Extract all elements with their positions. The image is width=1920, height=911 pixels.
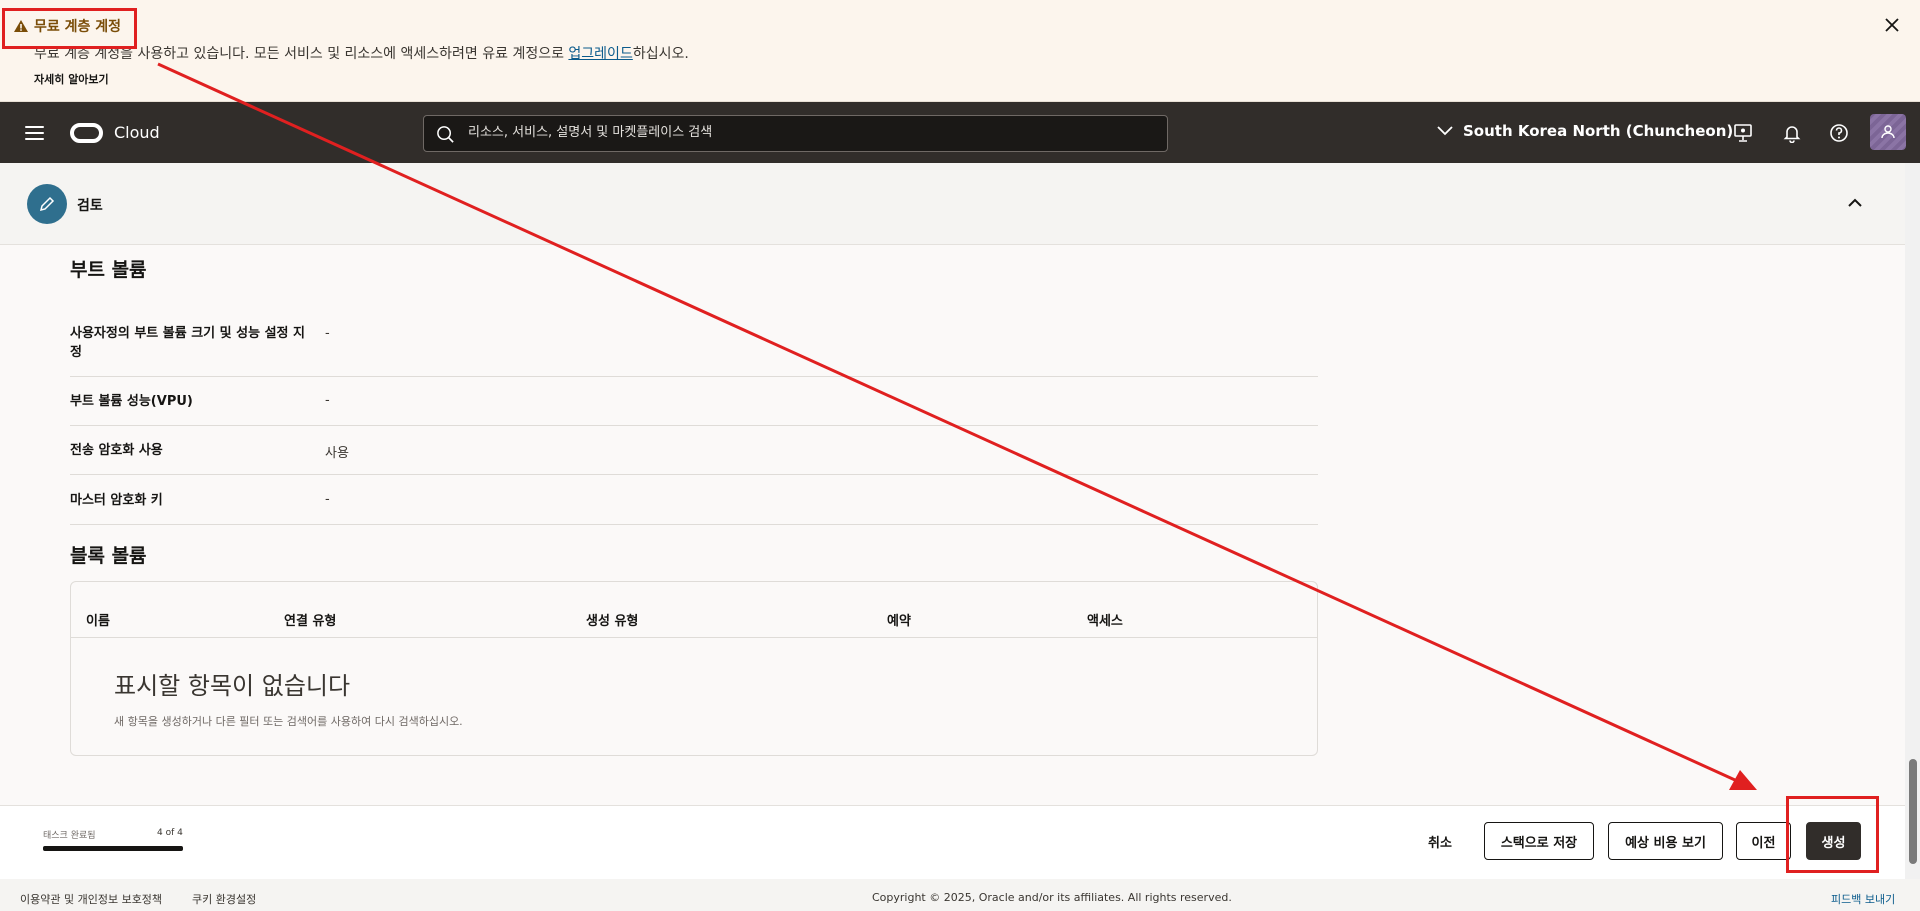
column-header[interactable]: 예약 [887, 610, 911, 629]
kv-value: - [325, 492, 330, 507]
empty-state-title: 표시할 항목이 없습니다 [114, 672, 351, 700]
chevron-up-icon[interactable] [1847, 195, 1863, 211]
cancel-button[interactable]: 취소 [1415, 822, 1465, 860]
region-label: South Korea North (Chuncheon) [1463, 122, 1734, 140]
copyright-text: Copyright © 2025, Oracle and/or its affi… [872, 891, 1232, 904]
review-label: 검토 [77, 198, 103, 214]
kv-key: 사용자정의 부트 볼륨 크기 및 성능 설정 지정 [70, 326, 306, 360]
warning-icon [14, 20, 28, 32]
previous-button[interactable]: 이전 [1736, 822, 1791, 860]
table-header-row: 이름 연결 유형 생성 유형 예약 액세스 [71, 582, 1317, 638]
banner-title-text: 무료 계층 계정 [34, 19, 122, 35]
developer-tools-icon[interactable] [1733, 123, 1753, 143]
kv-key: 마스터 암호화 키 [70, 493, 163, 508]
banner-message-end: 하십시오. [632, 46, 689, 62]
close-icon[interactable] [1882, 15, 1902, 35]
user-icon [1881, 125, 1895, 139]
column-header[interactable]: 이름 [86, 610, 110, 629]
feedback-link[interactable]: 피드백 보내기 [1831, 891, 1895, 907]
banner-message-text: 무료 계층 계정을 사용하고 있습니다. 모든 서비스 및 리소스에 액세스하려… [34, 46, 569, 62]
task-progress-count: 4 of 4 [157, 828, 183, 838]
learn-more-link[interactable]: 자세히 알아보기 [34, 71, 109, 87]
kv-row: 사용자정의 부트 볼륨 크기 및 성능 설정 지정 - [70, 317, 1318, 377]
kv-row: 마스터 암호화 키 - [70, 475, 1318, 525]
help-icon[interactable] [1829, 123, 1849, 143]
wizard-action-bar: 태스크 완료됨 4 of 4 취소 스택으로 저장 예상 비용 보기 이전 생성 [0, 805, 1905, 879]
task-progress-bar [43, 846, 183, 851]
kv-row: 전송 암호화 사용 사용 [70, 426, 1318, 475]
create-button[interactable]: 생성 [1806, 822, 1861, 860]
task-progress-label: 태스크 완료됨 [43, 831, 96, 841]
review-step-badge [27, 184, 67, 224]
block-volume-table: 이름 연결 유형 생성 유형 예약 액세스 표시할 항목이 없습니다 새 항목을… [70, 581, 1318, 756]
save-as-stack-button[interactable]: 스택으로 저장 [1484, 822, 1594, 860]
upgrade-link[interactable]: 업그레이드 [568, 46, 632, 62]
estimate-cost-button[interactable]: 예상 비용 보기 [1608, 822, 1723, 860]
cookie-preferences-link[interactable]: 쿠키 환경설정 [192, 891, 256, 907]
empty-state-subtitle: 새 항목을 생성하거나 다른 필터 또는 검색어를 사용하여 다시 검색하십시오… [114, 715, 463, 728]
column-header[interactable]: 액세스 [1087, 610, 1123, 629]
avatar[interactable] [1870, 114, 1906, 150]
terms-link[interactable]: 이용약관 및 개인정보 보호정책 [20, 891, 162, 907]
page-footer: 이용약관 및 개인정보 보호정책 쿠키 환경설정 Copyright © 202… [0, 879, 1920, 911]
column-header[interactable]: 생성 유형 [586, 610, 638, 629]
kv-key: 전송 암호화 사용 [70, 443, 163, 458]
brand-name[interactable]: Cloud [114, 123, 160, 142]
search-input[interactable] [468, 125, 1148, 140]
banner-title: 무료 계층 계정 [14, 16, 121, 36]
scrollbar-thumb[interactable] [1909, 759, 1917, 864]
hamburger-menu-icon[interactable] [25, 126, 44, 140]
notification-bell-icon[interactable] [1782, 123, 1802, 143]
kv-key: 부트 볼륨 성능(VPU) [70, 394, 193, 409]
search-icon [437, 126, 454, 143]
review-section-header[interactable]: 검토 [0, 163, 1905, 245]
kv-value: - [325, 326, 330, 341]
boot-volume-heading: 부트 볼륨 [70, 259, 147, 281]
chevron-down-icon [1437, 126, 1453, 136]
top-header: Cloud South Korea North (Chuncheon) [0, 102, 1920, 163]
vertical-scrollbar[interactable] [1905, 163, 1920, 879]
banner-message: 무료 계층 계정을 사용하고 있습니다. 모든 서비스 및 리소스에 액세스하려… [34, 43, 689, 63]
free-tier-banner: 무료 계층 계정 무료 계층 계정을 사용하고 있습니다. 모든 서비스 및 리… [0, 0, 1920, 102]
task-progress-fill [43, 846, 183, 851]
column-header[interactable]: 연결 유형 [284, 610, 336, 629]
pencil-icon [39, 196, 55, 212]
kv-row: 부트 볼륨 성능(VPU) - [70, 377, 1318, 426]
oracle-logo-icon[interactable] [70, 123, 103, 143]
region-selector[interactable]: South Korea North (Chuncheon) [1437, 122, 1733, 140]
search-box[interactable] [423, 115, 1168, 152]
block-volume-heading: 블록 볼륨 [70, 545, 147, 567]
kv-value: - [325, 393, 330, 408]
kv-value: 사용 [325, 446, 349, 461]
